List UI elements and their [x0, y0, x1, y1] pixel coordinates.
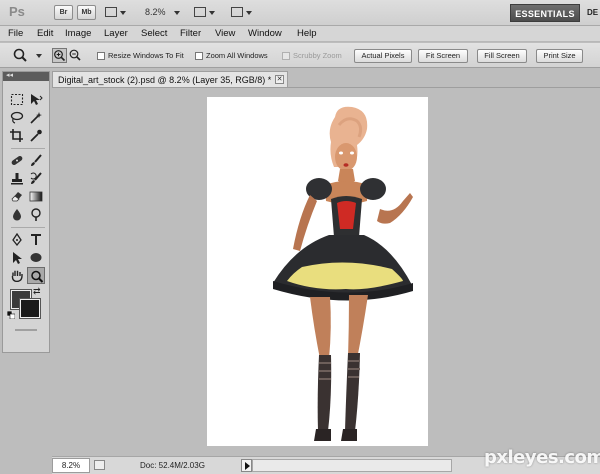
clone-stamp-tool-icon[interactable] [8, 170, 26, 187]
print-size-button[interactable]: Print Size [536, 49, 583, 63]
default-colors-icon[interactable] [6, 310, 16, 320]
horizontal-scrollbar[interactable] [252, 459, 452, 472]
minibridge-button[interactable]: Mb [77, 5, 96, 20]
menu-file[interactable]: File [8, 28, 23, 39]
status-info-icon[interactable] [94, 460, 105, 470]
artwork-illustration [273, 106, 413, 441]
document-tab[interactable]: Digital_art_stock (2).psd @ 8.2% (Layer … [52, 71, 288, 88]
document-size-info: Doc: 52.4M/2.03G [140, 461, 205, 470]
workspace-switcher-button[interactable]: ESSENTIALS [510, 4, 580, 22]
ellipse-tool-icon[interactable] [27, 249, 45, 266]
screen-mode-icon[interactable] [230, 5, 252, 20]
move-tool-icon[interactable] [27, 91, 45, 108]
actual-pixels-button[interactable]: Actual Pixels [354, 49, 412, 63]
site-watermark: pxleyes.com [484, 447, 600, 468]
tools-divider [11, 148, 45, 149]
menu-help[interactable]: Help [297, 28, 317, 39]
menu-select[interactable]: Select [141, 28, 167, 39]
arrange-documents-icon[interactable] [193, 5, 215, 20]
menu-image[interactable]: Image [65, 28, 91, 39]
eyedropper-tool-icon[interactable] [27, 127, 45, 144]
zoom-tool-preset-icon[interactable] [12, 47, 32, 64]
eraser-tool-icon[interactable] [8, 188, 26, 205]
workspace-overflow[interactable]: DE [587, 8, 598, 17]
resize-windows-label: Resize Windows To Fit [108, 51, 184, 60]
history-brush-tool-icon[interactable] [27, 170, 45, 187]
resize-windows-checkbox[interactable] [97, 52, 105, 60]
view-extras-icon[interactable] [104, 5, 126, 20]
hand-tool-icon[interactable] [8, 267, 26, 284]
bridge-button[interactable]: Br [54, 5, 73, 20]
menu-edit[interactable]: Edit [37, 28, 53, 39]
zoom-out-icon[interactable] [68, 48, 83, 63]
menu-layer[interactable]: Layer [104, 28, 128, 39]
menu-window[interactable]: Window [248, 28, 282, 39]
status-menu-arrow-icon[interactable] [241, 459, 252, 472]
path-selection-tool-icon[interactable] [8, 249, 26, 266]
fit-screen-button[interactable]: Fit Screen [418, 49, 468, 63]
zoom-all-windows-checkbox[interactable] [195, 52, 203, 60]
scrubby-zoom-checkbox [282, 52, 290, 60]
tools-panel-header[interactable]: ◂◂ [3, 72, 49, 81]
pen-tool-icon[interactable] [8, 231, 26, 248]
background-color-swatch[interactable] [19, 298, 41, 319]
close-icon[interactable]: ✕ [275, 75, 284, 84]
zoom-tool-icon[interactable] [27, 267, 45, 284]
crop-tool-icon[interactable] [8, 127, 26, 144]
application-bar: Ps Br Mb 8.2% ESSENTIALS DE [0, 0, 600, 26]
options-bar: Resize Windows To Fit Zoom All Windows S… [0, 43, 600, 68]
zoom-all-windows-label: Zoom All Windows [206, 51, 268, 60]
rectangular-marquee-tool-icon[interactable] [8, 91, 26, 108]
menu-view[interactable]: View [215, 28, 235, 39]
zoom-chevron-down-icon[interactable] [174, 11, 180, 15]
quick-mask-icon[interactable] [15, 329, 37, 331]
type-tool-icon[interactable] [27, 231, 45, 248]
zoom-level-menu[interactable]: 8.2% [145, 7, 166, 17]
photoshop-logo: Ps [9, 4, 25, 19]
swap-colors-icon[interactable]: ⇄ [33, 286, 41, 297]
status-zoom-field[interactable]: 8.2% [52, 458, 90, 473]
magic-wand-tool-icon[interactable] [27, 109, 45, 126]
fill-screen-button[interactable]: Fill Screen [477, 49, 527, 63]
scrubby-zoom-label: Scrubby Zoom [293, 51, 342, 60]
blur-tool-icon[interactable] [8, 206, 26, 223]
document-tab-title: Digital_art_stock (2).psd @ 8.2% (Layer … [58, 75, 272, 85]
spot-healing-brush-icon[interactable] [8, 152, 26, 169]
lasso-tool-icon[interactable] [8, 109, 26, 126]
gradient-tool-icon[interactable] [27, 188, 45, 205]
tool-preset-chevron-down-icon[interactable] [36, 54, 42, 58]
document-canvas[interactable] [207, 97, 428, 446]
tools-panel: ◂◂ ⇄ [2, 71, 50, 353]
dodge-tool-icon[interactable] [27, 206, 45, 223]
canvas-area[interactable] [52, 88, 600, 456]
zoom-in-icon[interactable] [52, 48, 67, 63]
menu-bar: File Edit Image Layer Select Filter View… [0, 26, 600, 42]
menu-filter[interactable]: Filter [180, 28, 201, 39]
brush-tool-icon[interactable] [27, 152, 45, 169]
tools-divider [11, 227, 45, 228]
